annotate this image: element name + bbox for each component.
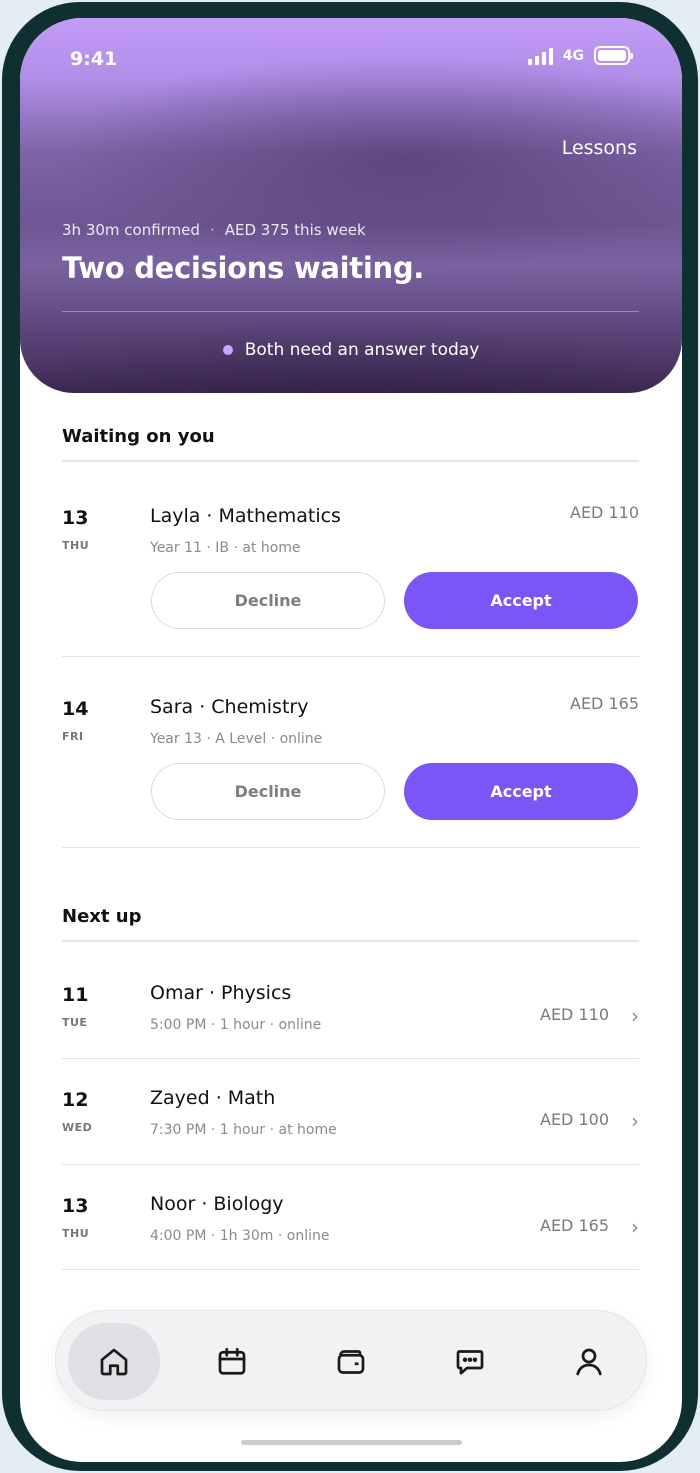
- profile-icon: [576, 1348, 602, 1375]
- lesson-row[interactable]: 11 TUE Omar · Physics 5:00 PM · 1 hour ·…: [62, 982, 639, 1044]
- tab-messages[interactable]: [424, 1323, 516, 1400]
- lesson-price: AED 165: [540, 1216, 609, 1235]
- weekday: FRI: [62, 730, 84, 743]
- lesson-title: Noor · Biology: [150, 1193, 284, 1215]
- signal-icon: [527, 47, 553, 65]
- day-number: 13: [62, 507, 89, 529]
- weekday: THU: [62, 539, 90, 552]
- section-title-waiting: Waiting on you: [62, 426, 215, 447]
- hero-divider: [62, 311, 639, 312]
- tab-wallet[interactable]: [305, 1323, 397, 1400]
- weekly-earnings: AED 375 this week: [224, 221, 366, 239]
- chat-icon: [456, 1349, 484, 1375]
- divider: [62, 1269, 639, 1270]
- lesson-details: Year 13 · A Level · online: [150, 731, 323, 747]
- lesson-details: 5:00 PM · 1 hour · online: [150, 1017, 322, 1033]
- app-screen: 9:41 4G Lessons 3h 30m confirmed · AED 3…: [20, 18, 682, 1462]
- calendar-icon: [218, 1347, 246, 1375]
- decline-button[interactable]: Decline: [151, 763, 385, 820]
- tab-bar: [55, 1310, 647, 1411]
- wallet-icon: [337, 1349, 365, 1374]
- lesson-details: 7:30 PM · 1 hour · at home: [150, 1122, 337, 1138]
- chevron-right-icon: ›: [631, 1109, 639, 1133]
- divider: [62, 656, 639, 657]
- weekday: TUE: [62, 1016, 88, 1029]
- home-indicator[interactable]: [241, 1440, 462, 1445]
- lesson-price: AED 110: [570, 503, 639, 522]
- chevron-right-icon: ›: [631, 1004, 639, 1028]
- hero-header: 9:41 4G Lessons 3h 30m confirmed · AED 3…: [20, 18, 682, 393]
- confirmed-hours: 3h 30m confirmed: [62, 221, 200, 239]
- request-item: 13 THU Layla · Mathematics Year 11 · IB …: [62, 503, 639, 632]
- tab-calendar[interactable]: [186, 1323, 278, 1400]
- network-label: 4G: [562, 47, 584, 64]
- lesson-price: AED 100: [540, 1110, 609, 1129]
- divider: [62, 460, 639, 462]
- lesson-title: Layla · Mathematics: [150, 505, 341, 527]
- status-time: 9:41: [70, 48, 118, 70]
- lesson-details: 4:00 PM · 1h 30m · online: [150, 1228, 330, 1244]
- divider: [62, 1164, 639, 1165]
- lesson-price: AED 165: [570, 694, 639, 713]
- lesson-title: Omar · Physics: [150, 982, 292, 1004]
- weekday: THU: [62, 1227, 90, 1240]
- accept-button[interactable]: Accept: [404, 763, 638, 820]
- divider: [62, 940, 639, 942]
- battery-icon: [594, 46, 633, 65]
- tab-home[interactable]: [68, 1323, 160, 1400]
- weekday: WED: [62, 1121, 93, 1134]
- day-number: 12: [62, 1089, 89, 1111]
- decline-button[interactable]: Decline: [151, 572, 385, 629]
- status-dot-icon: [222, 345, 233, 355]
- chevron-right-icon: ›: [631, 1215, 639, 1239]
- home-icon: [100, 1348, 128, 1375]
- hero-title: Two decisions waiting.: [62, 251, 425, 285]
- lesson-price: AED 110: [540, 1005, 609, 1024]
- lesson-row[interactable]: 13 THU Noor · Biology 4:00 PM · 1h 30m ·…: [62, 1193, 639, 1255]
- tab-profile[interactable]: [543, 1323, 635, 1400]
- status-indicators: 4G: [527, 46, 633, 65]
- hero-note: Both need an answer today: [20, 340, 682, 360]
- hero-summary: 3h 30m confirmed · AED 375 this week: [62, 221, 366, 239]
- divider: [62, 1058, 639, 1059]
- lesson-title: Sara · Chemistry: [150, 696, 309, 718]
- day-number: 11: [62, 984, 89, 1006]
- day-number: 14: [62, 698, 89, 720]
- accept-button[interactable]: Accept: [404, 572, 638, 629]
- section-title-next-up: Next up: [62, 906, 142, 927]
- lesson-details: Year 11 · IB · at home: [150, 540, 301, 556]
- meta-separator: ·: [209, 221, 215, 239]
- day-number: 13: [62, 1195, 89, 1217]
- lessons-link[interactable]: Lessons: [562, 137, 637, 159]
- lesson-row[interactable]: 12 WED Zayed · Math 7:30 PM · 1 hour · a…: [62, 1087, 639, 1149]
- request-item: 14 FRI Sara · Chemistry Year 13 · A Leve…: [62, 694, 639, 823]
- hero-note-text: Both need an answer today: [244, 340, 480, 360]
- divider: [62, 847, 639, 848]
- lesson-title: Zayed · Math: [150, 1087, 276, 1109]
